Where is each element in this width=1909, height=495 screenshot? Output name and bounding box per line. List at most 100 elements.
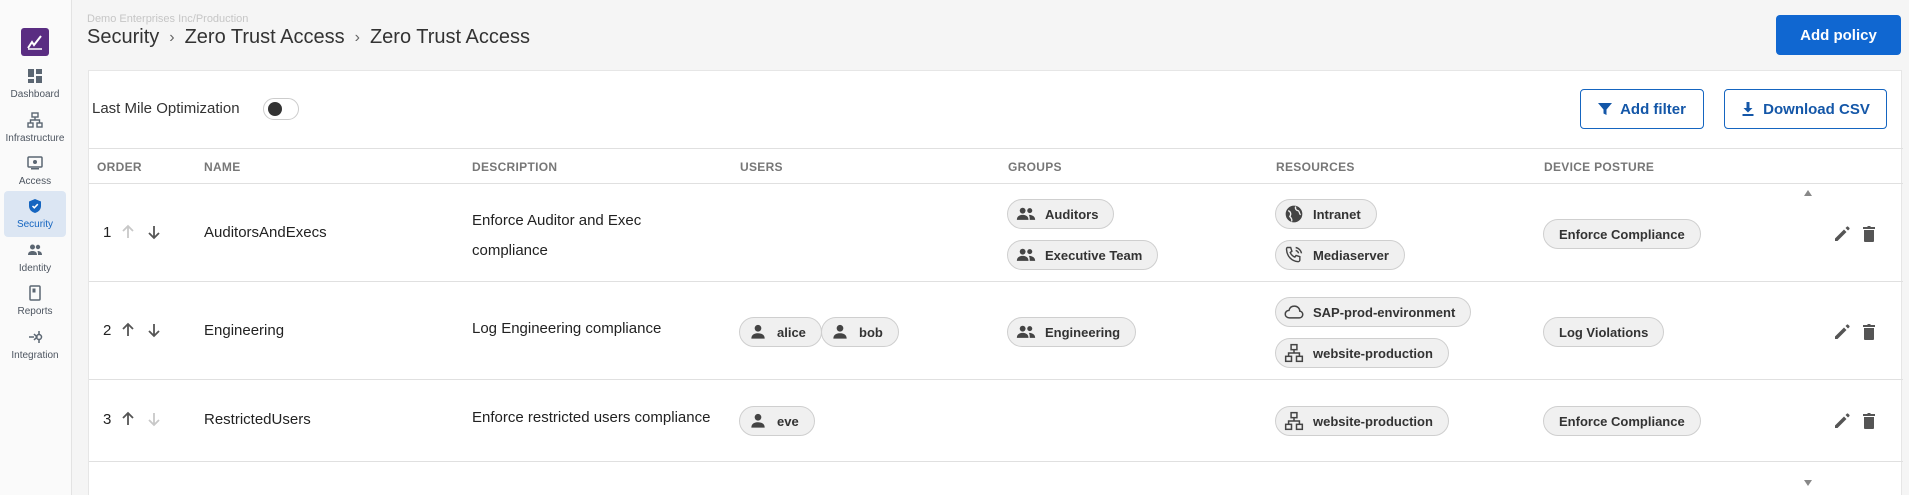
edit-button[interactable] bbox=[1832, 411, 1852, 431]
cloud-icon bbox=[1284, 305, 1304, 319]
chip-label: website-production bbox=[1313, 345, 1433, 361]
globe-icon bbox=[1285, 205, 1303, 223]
trash-icon bbox=[1863, 324, 1875, 340]
edit-button[interactable] bbox=[1832, 322, 1852, 342]
column-header-order[interactable]: ORDER bbox=[97, 160, 142, 174]
sidebar-item-label: Dashboard bbox=[10, 89, 60, 100]
delete-button[interactable] bbox=[1859, 224, 1879, 244]
order-number: 1 bbox=[103, 223, 112, 241]
chip-label: Engineering bbox=[1045, 324, 1121, 340]
add-filter-label: Add filter bbox=[1620, 100, 1686, 118]
logo-mark-icon bbox=[27, 35, 42, 50]
resource-chip[interactable]: Mediaserver bbox=[1275, 240, 1405, 270]
group-chip[interactable]: Executive Team bbox=[1007, 240, 1159, 270]
network-icon bbox=[1284, 411, 1304, 431]
report-icon bbox=[29, 285, 41, 301]
sidebar-item-infrastructure[interactable]: Infrastructure bbox=[4, 105, 66, 151]
policy-description: Log Engineering compliance bbox=[472, 320, 662, 337]
resource-chip[interactable]: website-production bbox=[1275, 338, 1449, 368]
sidebar-item-reports[interactable]: Reports bbox=[4, 278, 66, 324]
order-number: 2 bbox=[103, 321, 112, 339]
device-posture-chip[interactable]: Enforce Compliance bbox=[1543, 406, 1701, 436]
user-chip[interactable]: alice bbox=[739, 317, 822, 347]
toggle-knob bbox=[268, 102, 282, 116]
policy-name: AuditorsAndExecs bbox=[204, 224, 327, 241]
chip-label: bob bbox=[859, 324, 883, 340]
group-chip[interactable]: Engineering bbox=[1007, 317, 1137, 347]
device-posture-chip[interactable]: Enforce Compliance bbox=[1543, 219, 1701, 249]
sidebar-item-label: Access bbox=[18, 176, 52, 187]
column-header-description[interactable]: DESCRIPTION bbox=[472, 160, 557, 174]
sidebar-item-dashboard[interactable]: Dashboard bbox=[4, 61, 66, 107]
column-header-device-posture[interactable]: DEVICE POSTURE bbox=[1544, 160, 1654, 174]
table-row[interactable]: 3 RestrictedUsers Enforce restricted use… bbox=[89, 380, 1903, 462]
sidebar-item-label: Identity bbox=[18, 263, 52, 274]
order-cell: 1 bbox=[103, 223, 163, 241]
add-policy-button[interactable]: Add policy bbox=[1776, 15, 1901, 55]
infrastructure-icon bbox=[27, 112, 43, 128]
resource-chip[interactable]: website-production bbox=[1275, 406, 1449, 436]
arrow-down-icon[interactable] bbox=[145, 321, 163, 339]
group-icon bbox=[1016, 248, 1036, 261]
table-header: ORDER NAME DESCRIPTION USERS GROUPS RESO… bbox=[89, 148, 1903, 184]
policy-name: Engineering bbox=[204, 322, 285, 339]
resource-chip[interactable]: SAP-prod-environment bbox=[1275, 297, 1472, 327]
policy-description: Enforce Auditor and Exec compliance bbox=[472, 212, 642, 259]
chip-label: Auditors bbox=[1045, 206, 1099, 222]
pencil-icon bbox=[1835, 226, 1850, 241]
user-chip[interactable]: eve bbox=[739, 406, 815, 436]
column-header-name[interactable]: NAME bbox=[204, 160, 241, 174]
order-cell: 3 bbox=[103, 410, 163, 428]
group-icon bbox=[1016, 207, 1036, 220]
phone-wave-icon bbox=[1285, 246, 1303, 263]
arrow-up-icon[interactable] bbox=[119, 410, 137, 428]
breadcrumb-item[interactable]: Zero Trust Access bbox=[185, 26, 345, 49]
person-icon bbox=[833, 324, 847, 339]
sidebar-item-identity[interactable]: Identity bbox=[4, 235, 66, 281]
sidebar-item-label: Reports bbox=[17, 306, 53, 317]
table-row[interactable]: 2 Engineering Log Engineering compliance… bbox=[89, 282, 1903, 380]
arrow-up-icon bbox=[122, 224, 134, 238]
edit-button[interactable] bbox=[1832, 224, 1852, 244]
person-icon bbox=[751, 324, 765, 339]
filter-icon bbox=[1598, 103, 1613, 115]
sidebar-item-access[interactable]: Access bbox=[4, 148, 66, 194]
group-icon bbox=[1016, 325, 1036, 338]
breadcrumb-item[interactable]: Security bbox=[87, 26, 159, 49]
add-filter-button[interactable]: Add filter bbox=[1580, 89, 1704, 129]
scroll-up-arrow[interactable] bbox=[1804, 190, 1812, 196]
sidebar-item-security[interactable]: Security bbox=[4, 191, 66, 237]
breadcrumb-item: Zero Trust Access bbox=[369, 26, 531, 48]
delete-button[interactable] bbox=[1859, 322, 1879, 342]
scroll-down-arrow[interactable] bbox=[1804, 480, 1812, 486]
policies-card: Last Mile Optimization Add filter Downlo… bbox=[88, 70, 1903, 495]
column-header-resources[interactable]: RESOURCES bbox=[1276, 160, 1355, 174]
sidebar-item-integration[interactable]: Integration bbox=[4, 322, 66, 368]
chip-label: Enforce Compliance bbox=[1559, 413, 1685, 429]
download-csv-button[interactable]: Download CSV bbox=[1724, 89, 1887, 129]
arrow-up-icon[interactable] bbox=[119, 321, 137, 339]
chip-label: eve bbox=[777, 413, 799, 429]
arrow-down-icon[interactable] bbox=[145, 223, 163, 241]
people-icon bbox=[28, 244, 42, 255]
delete-button[interactable] bbox=[1859, 411, 1879, 431]
column-header-users[interactable]: USERS bbox=[740, 160, 783, 174]
chip-label: Enforce Compliance bbox=[1559, 226, 1685, 242]
policy-name: RestrictedUsers bbox=[204, 411, 311, 428]
last-mile-toggle[interactable] bbox=[263, 98, 299, 120]
table-row[interactable]: 1 AuditorsAndExecs Enforce Auditor and E… bbox=[89, 184, 1903, 282]
group-chip[interactable]: Auditors bbox=[1007, 199, 1115, 229]
pencil-icon bbox=[1835, 324, 1850, 339]
arrow-down-icon bbox=[148, 413, 160, 427]
integration-icon bbox=[29, 331, 43, 343]
resource-chip[interactable]: Intranet bbox=[1275, 199, 1377, 229]
trash-icon bbox=[1863, 226, 1875, 242]
device-posture-chip[interactable]: Log Violations bbox=[1543, 317, 1665, 347]
network-icon bbox=[1284, 343, 1304, 363]
brand-logo[interactable] bbox=[21, 28, 49, 56]
last-mile-label: Last Mile Optimization bbox=[92, 100, 240, 117]
user-chip[interactable]: bob bbox=[821, 317, 899, 347]
breadcrumb: Security › Zero Trust Access › Zero Trus… bbox=[87, 26, 530, 49]
chip-label: website-production bbox=[1313, 413, 1433, 429]
column-header-groups[interactable]: GROUPS bbox=[1008, 160, 1062, 174]
